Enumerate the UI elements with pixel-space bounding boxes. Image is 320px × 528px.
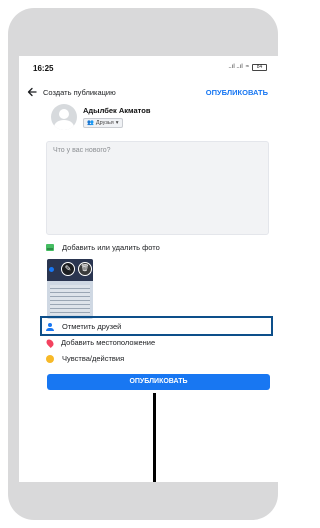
- audience-label: Друзья: [95, 120, 114, 126]
- user-name: Адылбек Акматов: [83, 106, 151, 115]
- audience-selector[interactable]: 👥 Друзья ▾: [83, 118, 123, 128]
- location-pin-icon: [45, 337, 55, 348]
- pointer-annotation: [153, 393, 156, 482]
- arrow-left-icon[interactable]: [27, 87, 37, 97]
- add-location-label: Добавить местоположение: [61, 338, 156, 347]
- add-photo-option[interactable]: Добавить или удалить фото: [46, 243, 160, 252]
- composer-placeholder: Что у вас нового?: [53, 147, 111, 154]
- battery-icon: 84: [252, 64, 267, 71]
- page-title: Создать публикацию: [43, 88, 116, 97]
- feeling-activity-option[interactable]: Чувства/действия: [46, 354, 124, 363]
- signal-icon: ..ıl ..ıl: [228, 64, 243, 70]
- publish-top-button[interactable]: ОПУБЛИКОВАТЬ: [206, 88, 268, 97]
- status-time: 16:25: [33, 64, 54, 73]
- chevron-down-icon: ▾: [115, 120, 119, 126]
- app-screen: 16:25 ..ıl ..ıl ≈ 84 Создать публикацию …: [19, 56, 278, 482]
- publish-button[interactable]: ОПУБЛИКОВАТЬ: [47, 374, 270, 390]
- photo-thumbnail[interactable]: ✎ 🗑: [47, 259, 93, 319]
- smiley-icon: [46, 354, 54, 363]
- avatar: [51, 104, 77, 130]
- photo-icon: [46, 244, 54, 251]
- delete-photo-icon[interactable]: 🗑: [78, 262, 92, 276]
- tag-friends-option[interactable]: Отметить друзей: [46, 322, 121, 331]
- edit-photo-icon[interactable]: ✎: [61, 262, 75, 276]
- top-bar: Создать публикацию ОПУБЛИКОВАТЬ: [19, 82, 278, 102]
- post-text-input[interactable]: Что у вас нового?: [46, 141, 269, 235]
- tag-friends-label: Отметить друзей: [62, 322, 122, 331]
- status-icons: ..ıl ..ıl ≈ 84: [228, 64, 267, 71]
- person-tag-icon: [46, 322, 54, 331]
- feeling-activity-label: Чувства/действия: [62, 354, 125, 363]
- add-location-option[interactable]: Добавить местоположение: [45, 337, 156, 348]
- wifi-icon: ≈: [245, 64, 249, 70]
- status-bar: 16:25 ..ıl ..ıl ≈ 84: [19, 56, 278, 78]
- add-photo-label: Добавить или удалить фото: [62, 243, 160, 252]
- friends-icon: 👥: [87, 120, 94, 126]
